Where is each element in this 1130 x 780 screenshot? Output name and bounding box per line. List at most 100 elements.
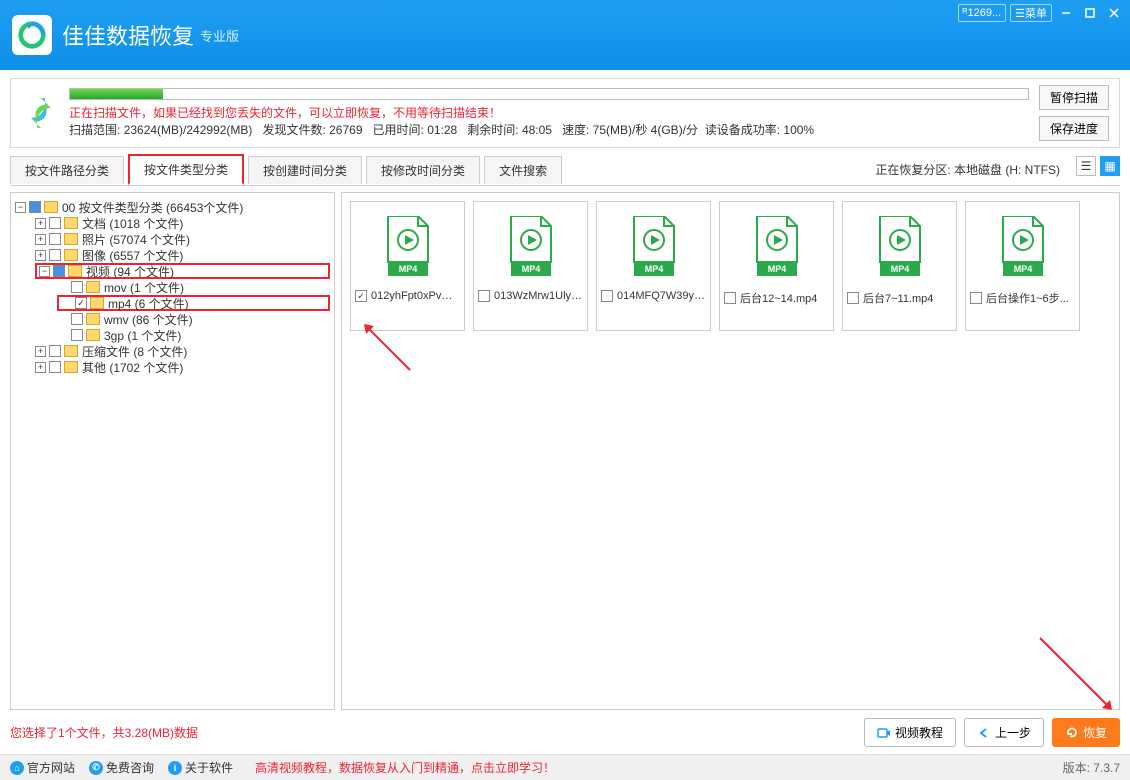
expand-icon[interactable]: − bbox=[15, 202, 26, 213]
tab-search[interactable]: 文件搜索 bbox=[484, 156, 562, 184]
file-name: 后台12~14.mp4 bbox=[740, 290, 829, 306]
recover-icon bbox=[1065, 726, 1079, 740]
scan-status-message: 正在扫描文件，如果已经找到您丢失的文件，可以立即恢复，不用等待扫描结束！ bbox=[69, 104, 1029, 121]
version-label: 版本: 7.3.7 bbox=[1063, 759, 1120, 776]
official-site-link[interactable]: ⌂官方网站 bbox=[10, 759, 75, 776]
tree-doc[interactable]: 文档 (1018 个文件) bbox=[82, 215, 183, 232]
tree-checkbox[interactable] bbox=[49, 217, 61, 229]
svg-text:MP4: MP4 bbox=[1013, 264, 1032, 274]
recycle-icon bbox=[21, 93, 61, 133]
view-grid-button[interactable]: ▦ bbox=[1100, 156, 1120, 176]
folder-icon bbox=[86, 313, 100, 325]
info-icon: i bbox=[168, 761, 182, 775]
close-button[interactable] bbox=[1104, 4, 1124, 22]
tree-checkbox[interactable] bbox=[29, 201, 41, 213]
about-link[interactable]: i关于软件 bbox=[168, 759, 233, 776]
scan-stats: 扫描范围: 23624(MB)/242992(MB) 发现文件数: 26769 … bbox=[69, 121, 1029, 138]
file-thumb[interactable]: MP4 013WzMrw1Uly1K... bbox=[473, 201, 588, 331]
tree-checkbox[interactable] bbox=[71, 281, 83, 293]
tree-checkbox[interactable] bbox=[71, 313, 83, 325]
tree-checkbox[interactable] bbox=[49, 361, 61, 373]
tree-video[interactable]: 视频 (94 个文件) bbox=[86, 263, 174, 280]
file-thumb[interactable]: MP4 012yhFpt0xPvGk... bbox=[350, 201, 465, 331]
mp4-file-icon: MP4 bbox=[753, 216, 801, 276]
tab-by-path[interactable]: 按文件路径分类 bbox=[10, 156, 124, 184]
tree-wmv[interactable]: wmv (86 个文件) bbox=[104, 311, 193, 328]
arrow-left-icon bbox=[977, 726, 991, 740]
tree-checkbox[interactable] bbox=[71, 329, 83, 341]
app-name: 佳佳数据恢复 bbox=[62, 19, 194, 51]
maximize-button[interactable] bbox=[1080, 4, 1100, 22]
file-checkbox[interactable] bbox=[724, 292, 736, 304]
tree-checkbox[interactable] bbox=[49, 345, 61, 357]
svg-text:MP4: MP4 bbox=[521, 264, 540, 274]
mp4-file-icon: MP4 bbox=[630, 216, 678, 276]
file-thumb[interactable]: MP4 后台7~11.mp4 bbox=[842, 201, 957, 331]
app-logo bbox=[12, 15, 52, 55]
recover-button[interactable]: 恢复 bbox=[1052, 718, 1120, 747]
file-name: 013WzMrw1Uly1K... bbox=[494, 290, 583, 302]
tab-by-type[interactable]: 按文件类型分类 bbox=[128, 154, 244, 185]
tab-by-created[interactable]: 按创建时间分类 bbox=[248, 156, 362, 184]
file-thumb[interactable]: MP4 后台操作1~6步... bbox=[965, 201, 1080, 331]
video-tutorial-button[interactable]: 视频教程 bbox=[864, 718, 956, 747]
save-progress-button[interactable]: 保存进度 bbox=[1039, 116, 1109, 141]
expand-icon[interactable]: + bbox=[35, 250, 46, 261]
expand-icon[interactable]: + bbox=[35, 346, 46, 357]
promo-text[interactable]: 高清视频教程，数据恢复从入门到精通，点击立即学习！ bbox=[255, 759, 555, 776]
folder-icon bbox=[64, 345, 78, 357]
file-checkbox[interactable] bbox=[970, 292, 982, 304]
selection-bar: 您选择了1个文件，共3.28(MB)数据 视频教程 上一步 恢复 bbox=[10, 718, 1120, 747]
expand-icon[interactable]: + bbox=[35, 234, 46, 245]
tree-root[interactable]: 00 按文件类型分类 (66453个文件) bbox=[62, 199, 243, 216]
tree-checkbox[interactable] bbox=[53, 265, 65, 277]
user-id-button[interactable]: ᴿ 1269... bbox=[958, 4, 1007, 22]
video-icon bbox=[877, 726, 891, 740]
tree-checkbox[interactable] bbox=[49, 249, 61, 261]
svg-text:MP4: MP4 bbox=[890, 264, 909, 274]
file-thumb[interactable]: MP4 后台12~14.mp4 bbox=[719, 201, 834, 331]
expand-icon[interactable]: + bbox=[35, 362, 46, 373]
previous-step-button[interactable]: 上一步 bbox=[964, 718, 1044, 747]
app-logo-wrap: 佳佳数据恢复 专业版 bbox=[12, 15, 239, 55]
titlebar: 佳佳数据恢复 专业版 ᴿ 1269... ☰ 菜单 bbox=[0, 0, 1130, 70]
file-checkbox[interactable] bbox=[478, 290, 490, 302]
file-checkbox[interactable] bbox=[355, 290, 367, 302]
menu-button[interactable]: ☰ 菜单 bbox=[1010, 4, 1052, 22]
pause-scan-button[interactable]: 暂停扫描 bbox=[1039, 85, 1109, 110]
footer: ⌂官方网站 ✆免费咨询 i关于软件 高清视频教程，数据恢复从入门到精通，点击立即… bbox=[0, 754, 1130, 780]
file-grid: MP4 012yhFpt0xPvGk... MP4 013WzMrw1Uly1K… bbox=[341, 192, 1120, 710]
tree-checkbox[interactable] bbox=[75, 297, 87, 309]
file-name: 012yhFpt0xPvGk... bbox=[371, 290, 460, 302]
minimize-button[interactable] bbox=[1056, 4, 1076, 22]
tree-3gp[interactable]: 3gp (1 个文件) bbox=[104, 327, 181, 344]
file-checkbox[interactable] bbox=[601, 290, 613, 302]
tree-photo[interactable]: 照片 (57074 个文件) bbox=[82, 231, 190, 248]
mp4-file-icon: MP4 bbox=[999, 216, 1047, 276]
svg-text:MP4: MP4 bbox=[398, 264, 417, 274]
file-name: 014MFQ7W39yZX... bbox=[617, 290, 706, 302]
tree-image[interactable]: 图像 (6557 个文件) bbox=[82, 247, 183, 264]
expand-icon[interactable]: − bbox=[39, 266, 50, 277]
file-thumb[interactable]: MP4 014MFQ7W39yZX... bbox=[596, 201, 711, 331]
tree-other[interactable]: 其他 (1702 个文件) bbox=[82, 359, 183, 376]
file-name: 后台7~11.mp4 bbox=[863, 290, 952, 306]
folder-icon bbox=[64, 249, 78, 261]
tab-by-modified[interactable]: 按修改时间分类 bbox=[366, 156, 480, 184]
free-consult-link[interactable]: ✆免费咨询 bbox=[89, 759, 154, 776]
mp4-file-icon: MP4 bbox=[384, 216, 432, 276]
file-checkbox[interactable] bbox=[847, 292, 859, 304]
svg-text:MP4: MP4 bbox=[644, 264, 663, 274]
folder-icon bbox=[90, 297, 104, 309]
tree-mp4[interactable]: mp4 (6 个文件) bbox=[108, 295, 189, 312]
folder-icon bbox=[86, 281, 100, 293]
classify-tabs: 按文件路径分类 按文件类型分类 按创建时间分类 按修改时间分类 文件搜索 正在恢… bbox=[10, 154, 1120, 186]
category-tree[interactable]: − 00 按文件类型分类 (66453个文件) + 文档 (1018 个文件) + 照… bbox=[10, 192, 335, 710]
expand-icon[interactable]: + bbox=[35, 218, 46, 229]
tree-checkbox[interactable] bbox=[49, 233, 61, 245]
view-list-button[interactable]: ☰ bbox=[1076, 156, 1096, 176]
globe-icon: ⌂ bbox=[10, 761, 24, 775]
tree-zip[interactable]: 压缩文件 (8 个文件) bbox=[82, 343, 187, 360]
tree-mov[interactable]: mov (1 个文件) bbox=[104, 279, 184, 296]
mp4-file-icon: MP4 bbox=[507, 216, 555, 276]
